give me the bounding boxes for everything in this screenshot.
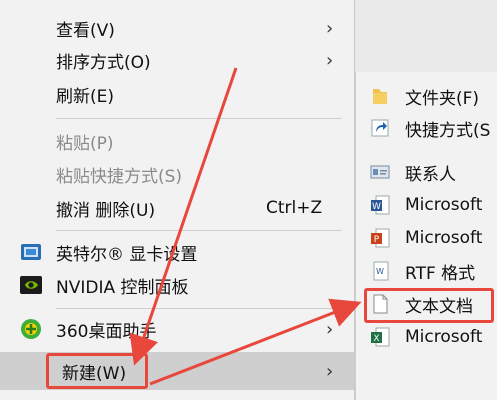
menu-item-paste-shortcut[interactable]: 粘贴快捷方式(S) — [0, 158, 354, 190]
menu-separator — [56, 308, 342, 309]
menu-item-label: 排序方式(O) — [56, 52, 151, 73]
desktop-context-menu: 查看(V) › 排序方式(O) › 刷新(E) 粘贴(P) 粘贴快捷方式(S) … — [0, 0, 355, 400]
menu-item-view[interactable]: 查看(V) › — [0, 12, 354, 44]
chevron-right-icon: › — [326, 49, 334, 71]
powerpoint-icon: P — [370, 227, 390, 249]
submenu-item-label: Microsoft — [405, 327, 483, 347]
submenu-item-rtf-document[interactable]: W RTF 格式 — [356, 255, 497, 287]
menu-item-nvidia-control-panel[interactable]: NVIDIA 控制面板 — [0, 269, 354, 301]
menu-item-label: 360桌面助手 — [56, 321, 157, 342]
menu-item-undo-delete[interactable]: 撤消 删除(U) Ctrl+Z — [0, 192, 354, 224]
menu-item-paste[interactable]: 粘贴(P) — [0, 125, 354, 157]
intel-graphics-icon — [20, 241, 42, 263]
shortcut-icon — [370, 117, 390, 139]
word-doc-icon: W — [370, 194, 390, 216]
rtf-doc-icon: W — [370, 260, 390, 282]
text-document-highlight-box — [364, 288, 494, 323]
submenu-item-word-document[interactable]: W Microsoft — [356, 189, 497, 221]
submenu-item-excel[interactable]: X Microsoft — [356, 321, 497, 353]
new-submenu: 文件夹(F) 快捷方式(S 联系人 W Microsoft P Microsof… — [355, 72, 497, 400]
menu-item-label: 粘贴快捷方式(S) — [56, 166, 183, 187]
contact-icon — [370, 161, 390, 183]
svg-text:W: W — [376, 267, 384, 276]
menu-item-label: 粘贴(P) — [56, 133, 114, 154]
excel-icon: X — [370, 326, 390, 348]
submenu-item-folder[interactable]: 文件夹(F) — [356, 80, 497, 112]
submenu-item-powerpoint[interactable]: P Microsoft — [356, 222, 497, 254]
submenu-item-label: Microsoft — [405, 195, 483, 215]
submenu-item-label: Microsoft — [405, 228, 483, 248]
submenu-item-shortcut[interactable]: 快捷方式(S — [356, 112, 497, 144]
menu-item-360-desktop-assistant[interactable]: 360桌面助手 › — [0, 313, 354, 345]
chevron-right-icon: › — [326, 17, 334, 39]
menu-item-intel-graphics[interactable]: 英特尔® 显卡设置 — [0, 236, 354, 268]
chevron-right-icon: › — [326, 318, 334, 340]
submenu-item-label: RTF 格式 — [405, 263, 476, 284]
folder-icon — [370, 85, 390, 107]
menu-separator — [56, 230, 342, 231]
svg-text:P: P — [374, 235, 380, 245]
menu-item-shortcut: Ctrl+Z — [266, 198, 323, 218]
menu-item-label: NVIDIA 控制面板 — [56, 277, 189, 298]
menu-item-label: 查看(V) — [56, 20, 115, 41]
menu-item-label: 刷新(E) — [56, 86, 115, 107]
submenu-item-label: 文件夹(F) — [405, 88, 480, 109]
menu-item-label: 撤消 删除(U) — [56, 200, 156, 221]
menu-item-label: 英特尔® 显卡设置 — [56, 244, 198, 265]
svg-text:X: X — [373, 334, 379, 344]
new-item-highlight-box — [46, 353, 148, 389]
360-assistant-icon — [20, 318, 42, 340]
nvidia-icon — [20, 274, 42, 296]
submenu-item-label: 快捷方式(S — [405, 120, 491, 141]
menu-separator — [56, 118, 342, 119]
chevron-right-icon: › — [326, 360, 334, 382]
menu-item-sort-by[interactable]: 排序方式(O) › — [0, 44, 354, 76]
submenu-item-contact[interactable]: 联系人 — [356, 156, 497, 188]
menu-item-refresh[interactable]: 刷新(E) — [0, 78, 354, 110]
svg-text:W: W — [372, 202, 381, 212]
submenu-item-label: 联系人 — [405, 164, 456, 185]
